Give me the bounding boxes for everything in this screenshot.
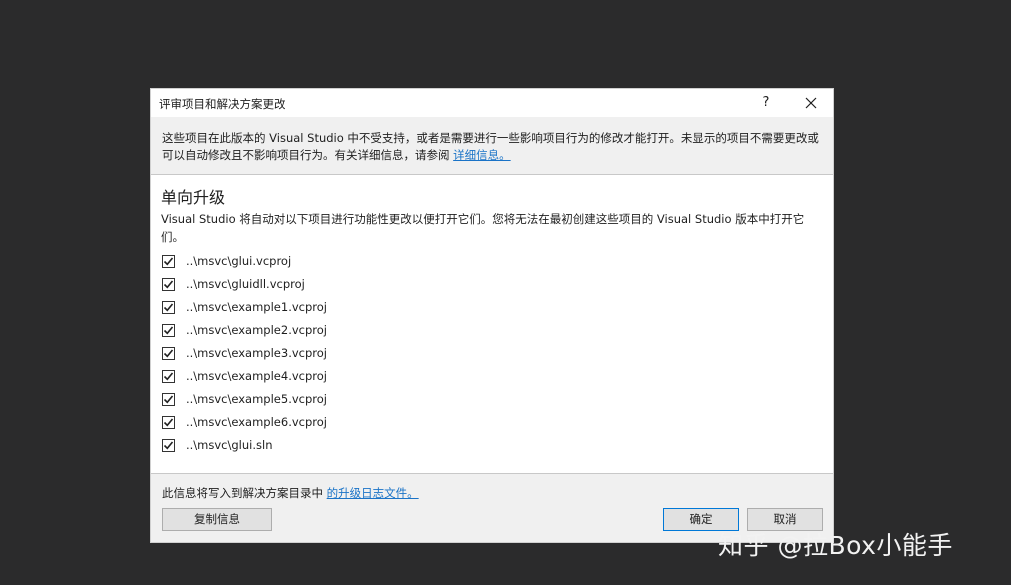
project-label: ..\msvc\example2.vcproj [186, 323, 327, 337]
project-checkbox[interactable] [162, 370, 175, 383]
footer-text: 此信息将写入到解决方案目录中 的升级日志文件。 [162, 485, 419, 501]
checkmark-icon [163, 326, 174, 335]
project-checkbox[interactable] [162, 278, 175, 291]
project-label: ..\msvc\glui.sln [186, 438, 273, 452]
project-label: ..\msvc\example5.vcproj [186, 392, 327, 406]
review-changes-dialog: 评审项目和解决方案更改 ? 这些项目在此版本的 Visual Studio 中不… [150, 88, 834, 543]
details-link[interactable]: 详细信息。 [453, 148, 511, 162]
checkmark-icon [163, 372, 174, 381]
footer-message: 此信息将写入到解决方案目录中 [162, 486, 327, 500]
project-checkbox[interactable] [162, 324, 175, 337]
section-description: Visual Studio 将自动对以下项目进行功能性更改以便打开它们。您将无法… [161, 212, 805, 244]
project-label: ..\msvc\gluidll.vcproj [186, 277, 305, 291]
project-label: ..\msvc\example3.vcproj [186, 346, 327, 360]
dialog-title: 评审项目和解决方案更改 [159, 97, 286, 111]
help-button[interactable]: ? [755, 92, 777, 114]
upgrade-log-link[interactable]: 的升级日志文件。 [327, 486, 419, 500]
project-label: ..\msvc\glui.vcproj [186, 254, 292, 268]
checkmark-icon [163, 280, 174, 289]
checkmark-icon [163, 349, 174, 358]
checkmark-icon [163, 418, 174, 427]
project-checkbox[interactable] [162, 416, 175, 429]
checkmark-icon [163, 257, 174, 266]
checkmark-icon [163, 441, 174, 450]
info-banner: 这些项目在此版本的 Visual Studio 中不受支持，或者是需要进行一些影… [151, 117, 833, 175]
checkmark-icon [163, 395, 174, 404]
checkmark-icon [163, 303, 174, 312]
project-label: ..\msvc\example1.vcproj [186, 300, 327, 314]
watermark: 知乎 @拉Box小能手 [718, 531, 953, 560]
title-bar: 评审项目和解决方案更改 ? [151, 89, 833, 117]
project-checkbox[interactable] [162, 255, 175, 268]
project-checkbox[interactable] [162, 301, 175, 314]
project-label: ..\msvc\example4.vcproj [186, 369, 327, 383]
project-checkbox[interactable] [162, 393, 175, 406]
section-title: 单向升级 [161, 188, 226, 207]
copy-info-button[interactable]: 复制信息 [162, 508, 272, 531]
close-button[interactable] [799, 92, 823, 114]
project-label: ..\msvc\example6.vcproj [186, 415, 327, 429]
project-checkbox[interactable] [162, 439, 175, 452]
project-checkbox[interactable] [162, 347, 175, 360]
close-icon [805, 97, 817, 109]
info-text: 这些项目在此版本的 Visual Studio 中不受支持，或者是需要进行一些影… [162, 130, 826, 164]
